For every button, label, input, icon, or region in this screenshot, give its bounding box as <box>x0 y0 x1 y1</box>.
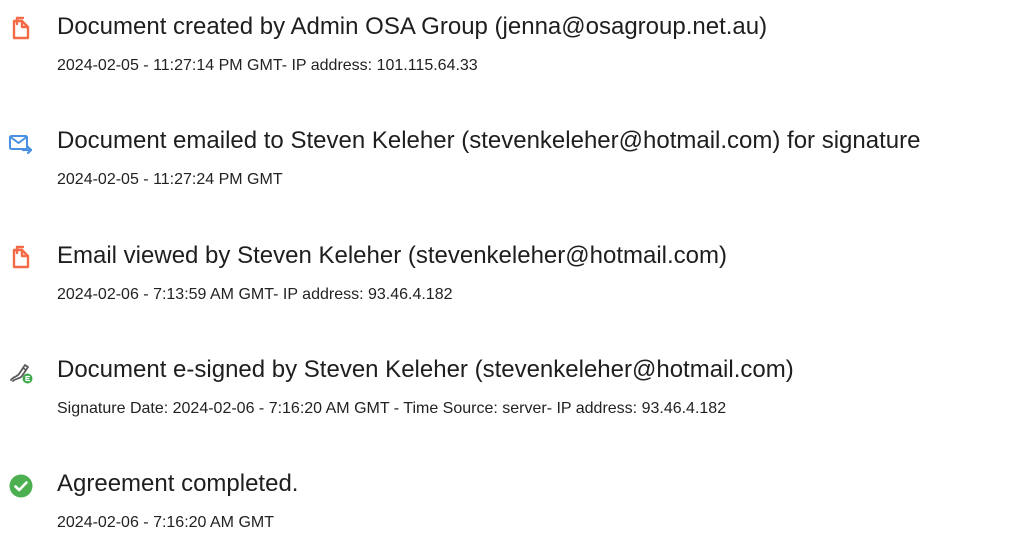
event-timestamp: Signature Date: 2024-02-06 - 7:16:20 AM … <box>57 400 727 417</box>
event-title: Email viewed by Steven Keleher (stevenke… <box>57 242 727 269</box>
completed-check-icon <box>8 473 34 499</box>
event-timestamp: 2024-02-05 - 11:27:24 PM GMT <box>57 171 283 188</box>
event-timestamp: 2024-02-06 - 7:16:20 AM GMT <box>57 514 274 531</box>
email-viewed-icon <box>8 245 34 271</box>
event-title: Document created by Admin OSA Group (jen… <box>57 13 768 40</box>
event-title: Agreement completed. <box>57 470 299 497</box>
document-created-icon <box>8 16 34 42</box>
e-signed-pen-icon <box>8 359 34 385</box>
event-timestamp: 2024-02-06 - 7:13:59 AM GMT- IP address:… <box>57 286 453 303</box>
event-title: Document emailed to Steven Keleher (stev… <box>57 127 921 154</box>
email-sent-icon <box>8 130 34 156</box>
event-title: Document e-signed by Steven Keleher (ste… <box>57 356 794 383</box>
event-timestamp: 2024-02-05 - 11:27:14 PM GMT- IP address… <box>57 57 478 74</box>
